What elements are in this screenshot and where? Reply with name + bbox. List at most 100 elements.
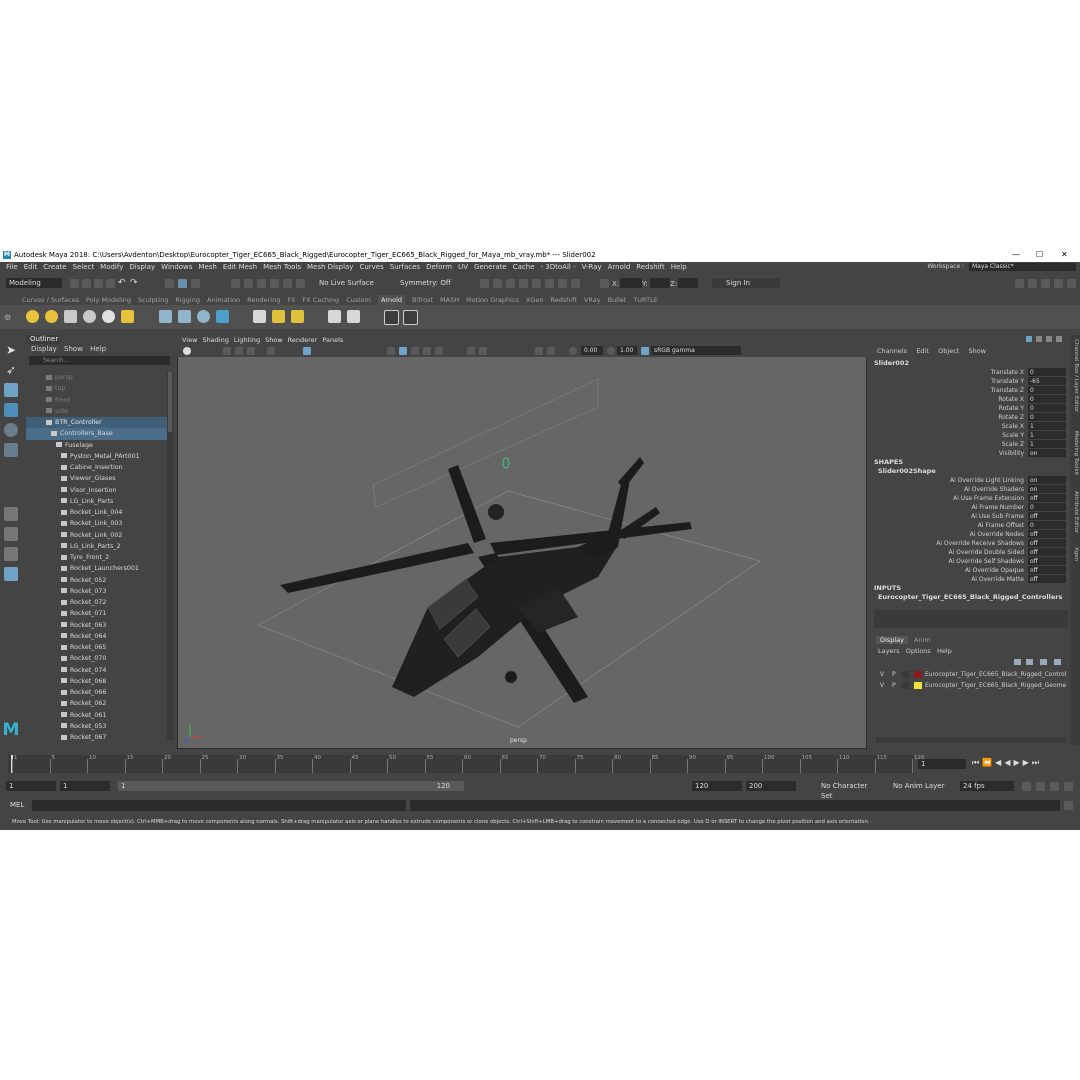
playback-start-field[interactable]: 1: [60, 781, 110, 791]
paint-select-tool-icon[interactable]: [4, 383, 18, 397]
channel-value-field[interactable]: on: [1028, 485, 1066, 493]
outliner-item[interactable]: Rocket_Link_002: [26, 530, 167, 541]
outliner-item[interactable]: front: [26, 395, 167, 406]
menu-select[interactable]: Select: [73, 262, 95, 273]
outliner-item[interactable]: LG_Link_Parts: [26, 496, 167, 507]
rotate-tool-icon[interactable]: [4, 423, 18, 437]
channel-box-icon-2[interactable]: [1036, 336, 1042, 342]
textured-icon[interactable]: [423, 347, 431, 355]
step-forward-icon[interactable]: ▶: [1023, 758, 1032, 767]
start-time-field[interactable]: 1: [6, 781, 56, 791]
side-tab-channel-box[interactable]: Channel Box / Layer Editor: [1073, 339, 1079, 412]
menu-generate[interactable]: Generate: [474, 262, 507, 273]
hypershade-icon[interactable]: [519, 279, 528, 288]
range-slider-bar[interactable]: 1 120: [118, 781, 464, 791]
image-plane-icon[interactable]: [247, 347, 255, 355]
mesh-light-icon[interactable]: [64, 310, 77, 323]
menu-help[interactable]: Help: [671, 262, 687, 273]
curve-collector-icon[interactable]: [216, 310, 229, 323]
layout-icon[interactable]: [4, 567, 18, 581]
channel-value-field[interactable]: off: [1028, 512, 1066, 520]
snap-point-icon[interactable]: [257, 279, 266, 288]
outliner-item[interactable]: Rocket_053: [26, 721, 167, 732]
live-surface-field[interactable]: No Live Surface: [316, 278, 380, 288]
channel-row-ai-override-matte[interactable]: Ai Override Matte off: [870, 575, 1070, 584]
outliner-item[interactable]: Rocket_066: [26, 687, 167, 698]
end-time-field[interactable]: 200: [746, 781, 796, 791]
tool-settings-icon[interactable]: [1041, 279, 1050, 288]
channel-value-field[interactable]: 0: [1028, 521, 1066, 529]
menu-v-ray[interactable]: V-Ray: [582, 262, 602, 273]
shadows-icon[interactable]: [467, 347, 475, 355]
render-view-icon[interactable]: [532, 279, 541, 288]
menu-set-dropdown[interactable]: Modeling: [6, 278, 62, 288]
outliner-item[interactable]: Rocket_061: [26, 710, 167, 721]
viewport-3d-view[interactable]: persp: [178, 357, 866, 748]
channel-value-field[interactable]: -65: [1028, 377, 1066, 385]
camera-attributes-icon[interactable]: [223, 347, 231, 355]
layer-row[interactable]: V P Eurocopter_Tiger_EC665_Black_Rigged_Ge…: [876, 680, 1066, 691]
outliner-item[interactable]: Rocket_072: [26, 597, 167, 608]
layer-color-swatch[interactable]: [914, 671, 922, 678]
lasso-tool-icon[interactable]: ➶: [4, 363, 18, 377]
render-view-shelf-icon[interactable]: [253, 310, 266, 323]
viewport-menu-shading[interactable]: Shading: [202, 336, 228, 344]
z-coord-field[interactable]: [678, 278, 698, 288]
menu-windows[interactable]: Windows: [161, 262, 192, 273]
xray-icon[interactable]: [547, 347, 555, 355]
shelf-menu-icon[interactable]: ⚙: [4, 313, 11, 322]
command-language-label[interactable]: MEL: [10, 801, 24, 809]
ipr-render-icon[interactable]: [493, 279, 502, 288]
move-layer-up-icon[interactable]: [1014, 659, 1021, 665]
shelf-tab-poly-modeling[interactable]: Poly Modeling: [86, 295, 131, 305]
grid-toggle-icon[interactable]: [267, 347, 275, 355]
new-scene-icon[interactable]: [70, 279, 79, 288]
layer-color-swatch[interactable]: [914, 682, 922, 689]
color-management-icon[interactable]: [641, 347, 649, 355]
cb-menu-show[interactable]: Show: [969, 347, 987, 355]
shelf-tab-fx-caching[interactable]: FX Caching: [303, 295, 340, 305]
menu-surfaces[interactable]: Surfaces: [390, 262, 420, 273]
go-to-start-icon[interactable]: ⏮: [972, 758, 982, 767]
viewport-menu-lighting[interactable]: Lighting: [234, 336, 260, 344]
save-scene-icon[interactable]: [94, 279, 103, 288]
layer-tab-anim[interactable]: Anim: [910, 636, 935, 644]
shelf-tab-redshift[interactable]: Redshift: [551, 295, 577, 305]
channel-row-translate-y[interactable]: Translate Y -65: [870, 377, 1070, 386]
play-forward-icon[interactable]: ▶: [1013, 758, 1022, 767]
layer-playback-toggle[interactable]: P: [892, 680, 896, 691]
shelf-tab-bifrost[interactable]: Bifrost: [412, 295, 433, 305]
outliner-item[interactable]: BTR_Controller: [26, 417, 167, 429]
channel-value-field[interactable]: 0: [1028, 368, 1066, 376]
shelf-tab-sculpting[interactable]: Sculpting: [138, 295, 168, 305]
standin-icon[interactable]: [159, 310, 172, 323]
time-ruler[interactable]: 1 5 10 15 20 25 30 35 40 45 50 55 60 65 70 75 80 85 90 95 10…: [8, 755, 925, 773]
select-tool-icon[interactable]: ➤: [4, 343, 18, 357]
snap-grid-icon[interactable]: [231, 279, 240, 288]
anim-layer-dropdown[interactable]: No Anim Layer: [890, 781, 948, 791]
channel-row-ai-override-double-sided[interactable]: Ai Override Double Sided off: [870, 548, 1070, 557]
outliner-item[interactable]: Fuselage: [26, 440, 167, 451]
camera-select-icon[interactable]: [183, 347, 191, 355]
isolate-select-icon[interactable]: [535, 347, 543, 355]
layer-scrollbar[interactable]: [876, 737, 1066, 743]
symmetry-dropdown[interactable]: Symmetry: Off: [397, 278, 457, 288]
layer-menu-help[interactable]: Help: [937, 647, 952, 655]
side-tab-modeling-toolkit[interactable]: Modeling Toolkit: [1073, 431, 1079, 475]
render-icon[interactable]: [480, 279, 489, 288]
menu-arnold[interactable]: Arnold: [608, 262, 631, 273]
gamma-field[interactable]: 1.00: [617, 346, 637, 355]
channel-value-field[interactable]: off: [1028, 530, 1066, 538]
channel-row-ai-frame-offset[interactable]: Ai Frame Offset 0: [870, 521, 1070, 530]
shelf-tab-turtle[interactable]: TURTLE: [633, 295, 657, 305]
shelf-tab-rigging[interactable]: Rigging: [175, 295, 200, 305]
new-layer-icon[interactable]: [1040, 659, 1047, 665]
channel-value-field[interactable]: 0: [1028, 503, 1066, 511]
layer-reference-toggle[interactable]: [902, 671, 910, 678]
audio-icon[interactable]: [1036, 782, 1045, 791]
select-by-component-icon[interactable]: [191, 279, 200, 288]
area-light-icon[interactable]: [45, 310, 58, 323]
channel-value-field[interactable]: 1: [1028, 422, 1066, 430]
sign-in-button[interactable]: Sign In: [712, 278, 780, 288]
make-live-icon[interactable]: [283, 279, 292, 288]
